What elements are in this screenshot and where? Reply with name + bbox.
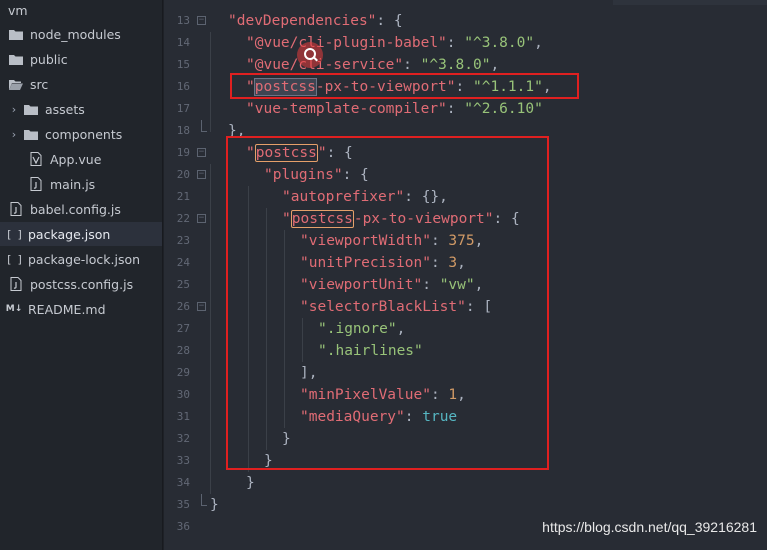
tree-item-label: src <box>30 76 49 92</box>
line-number: 32 <box>176 432 190 445</box>
json-key: "@vue/cli-service" <box>246 57 404 73</box>
json-file-icon: [ ] <box>5 252 24 266</box>
line-number: 17 <box>176 102 190 115</box>
line-number: 25 <box>176 278 190 291</box>
tree-item-readme[interactable]: M↓ README.md <box>0 297 162 321</box>
line-number: 14 <box>176 36 190 49</box>
line-number: 33 <box>176 454 190 467</box>
tree-item-label: babel.config.js <box>30 201 121 217</box>
line-number: 27 <box>176 322 190 335</box>
tree-item-label: vm <box>8 2 28 18</box>
magnifier-cursor-icon <box>297 42 323 68</box>
tree-item-label: README.md <box>28 301 106 317</box>
tree-item-assets[interactable]: › assets <box>0 97 162 121</box>
editor-tab-strip <box>613 0 767 5</box>
tree-root-vm[interactable]: vm <box>0 0 162 22</box>
vue-file-icon <box>28 152 44 166</box>
tree-item-app-vue[interactable]: App.vue <box>0 147 162 171</box>
folder-icon <box>23 102 39 116</box>
tree-item-label: App.vue <box>50 151 102 167</box>
tree-item-main-js[interactable]: main.js <box>0 172 162 196</box>
line-number: 31 <box>176 410 190 423</box>
chevron-right-icon[interactable]: › <box>9 103 19 116</box>
tree-item-label: postcss.config.js <box>30 276 134 292</box>
tree-item-label: public <box>30 51 68 67</box>
annotation-box-dependency <box>230 73 579 99</box>
json-string-value: "^3.8.0" <box>420 57 491 73</box>
line-number: 22 <box>176 212 190 225</box>
line-number: 29 <box>176 366 190 379</box>
fold-toggle-icon[interactable]: − <box>197 16 206 25</box>
line-number: 35 <box>176 498 190 511</box>
code-line: 34 } <box>164 472 767 494</box>
line-number: 21 <box>176 190 190 203</box>
annotation-box-postcss-config <box>226 136 549 470</box>
js-file-icon <box>8 277 24 291</box>
json-string-value: "^3.8.0" <box>464 35 535 51</box>
tree-item-src[interactable]: src <box>0 72 162 96</box>
fold-end-marker <box>201 120 207 132</box>
line-number: 30 <box>176 388 190 401</box>
fold-toggle-icon[interactable]: − <box>197 148 206 157</box>
folder-icon <box>23 127 39 141</box>
fold-toggle-icon[interactable]: − <box>197 214 206 223</box>
code-editor[interactable]: 13 − "devDependencies": { 14 "@vue/cli-p… <box>164 0 767 550</box>
fold-end-marker <box>201 494 207 506</box>
tree-item-babel-config[interactable]: babel.config.js <box>0 197 162 221</box>
tree-item-node-modules[interactable]: node_modules <box>0 22 162 46</box>
tree-item-label: package.json <box>28 226 111 242</box>
watermark: https://blog.csdn.net/qq_39216281 <box>542 519 757 535</box>
chevron-right-icon[interactable]: › <box>9 128 19 141</box>
tree-item-label: node_modules <box>30 26 121 42</box>
line-number: 28 <box>176 344 190 357</box>
js-file-icon <box>28 177 44 191</box>
code-line: 17 "vue-template-compiler": "^2.6.10" <box>164 98 767 120</box>
line-number: 23 <box>176 234 190 247</box>
js-file-icon <box>8 202 24 216</box>
tree-item-public[interactable]: public <box>0 47 162 71</box>
json-key: "devDependencies" <box>228 13 377 29</box>
fold-toggle-icon[interactable]: − <box>197 170 206 179</box>
json-string-value: "^2.6.10" <box>464 101 543 117</box>
line-number: 34 <box>176 476 190 489</box>
file-tree-sidebar: vm node_modules public src › assets › co… <box>0 0 163 550</box>
tree-item-label: package-lock.json <box>28 251 141 267</box>
line-number: 13 <box>176 14 190 27</box>
line-number: 19 <box>176 146 190 159</box>
tree-item-package-lock-json[interactable]: [ ] package-lock.json <box>0 247 162 271</box>
code-line: 35 } <box>164 494 767 516</box>
code-line: 14 "@vue/cli-plugin-babel": "^3.8.0", <box>164 32 767 54</box>
folder-icon <box>8 27 24 41</box>
folder-open-icon <box>8 77 24 91</box>
tree-item-label: main.js <box>50 176 96 192</box>
line-number: 16 <box>176 80 190 93</box>
tree-item-label: components <box>45 126 123 142</box>
json-file-icon: [ ] <box>5 227 24 241</box>
tree-item-postcss-config[interactable]: postcss.config.js <box>0 272 162 296</box>
fold-toggle-icon[interactable]: − <box>197 302 206 311</box>
line-number: 18 <box>176 124 190 137</box>
tree-item-components[interactable]: › components <box>0 122 162 146</box>
tree-item-package-json[interactable]: [ ] package.json <box>0 222 162 246</box>
line-number: 20 <box>176 168 190 181</box>
line-number: 24 <box>176 256 190 269</box>
line-number: 15 <box>176 58 190 71</box>
tree-item-label: assets <box>45 101 85 117</box>
markdown-file-icon: M↓ <box>5 304 23 314</box>
line-number: 36 <box>176 520 190 533</box>
line-number: 26 <box>176 300 190 313</box>
json-key: "vue-template-compiler" <box>246 101 447 117</box>
folder-icon <box>8 52 24 66</box>
code-line: 13 − "devDependencies": { <box>164 10 767 32</box>
json-key: "@vue/cli-plugin-babel" <box>246 35 447 51</box>
